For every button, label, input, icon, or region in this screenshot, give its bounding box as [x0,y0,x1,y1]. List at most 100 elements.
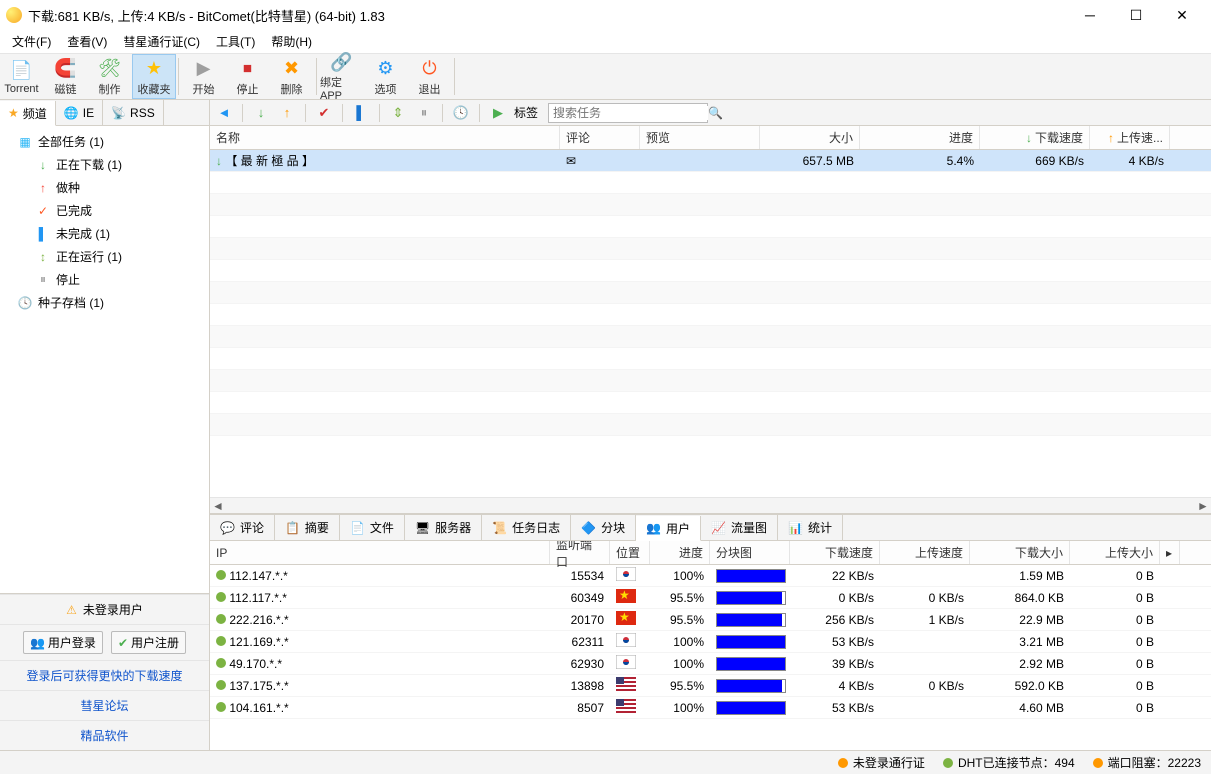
peer-column[interactable]: IP [210,541,550,564]
sidebar-tab-IE[interactable]: 🌐IE [56,100,103,125]
peer-column[interactable]: 上传速度 [880,541,970,564]
peer-column[interactable]: 进度 [650,541,710,564]
forum-link[interactable]: 彗星论坛 [80,697,128,714]
tree-node[interactable]: ↑做种 [0,176,209,199]
sidebar-tab-频道[interactable]: ★频道 [0,101,56,126]
toolbar-开始[interactable]: ▶开始 [182,54,226,99]
search-icon[interactable]: 🔍 [708,106,723,120]
tab-icon: 🖥 [415,521,430,535]
toolbar-退出[interactable]: ⏻退出 [408,54,452,99]
empty-row [210,260,1211,282]
IE-icon: 🌐 [64,106,79,120]
svg-text:★: ★ [619,611,630,624]
toolbar-制作[interactable]: 🛠制作 [88,54,132,99]
column-header[interactable]: 进度 [860,126,980,149]
tree-label: 种子存档 (1) [38,294,104,311]
dl-green-icon[interactable]: ↓ [251,103,271,123]
peer-row[interactable]: 121.169.*.*62311100%53 KB/s3.21 MB0 B [210,631,1211,653]
scroll-left-icon[interactable]: ◄ [210,498,226,514]
piece-bar [716,635,786,649]
detail-tab-摘要[interactable]: 📋摘要 [275,515,340,540]
task-tree: ▦全部任务 (1)↓正在下载 (1)↑做种✓已完成▌未完成 (1)↕正在运行 (… [0,126,209,593]
toolbar-label: 绑定APP [320,74,363,102]
column-header[interactable]: 评论 [560,126,640,149]
tree-node[interactable]: ⏸停止 [0,268,209,291]
退出-icon: ⏻ [418,56,442,80]
maximize-button[interactable]: ☐ [1113,0,1159,30]
detail-tab-服务器[interactable]: 🖥服务器 [405,515,482,540]
RSS-icon: 📡 [111,106,126,120]
tree-label: 正在下载 (1) [56,156,122,173]
flag-icon[interactable]: ▌ [351,103,371,123]
scroll-right-icon[interactable]: ► [1195,498,1211,514]
peer-column[interactable]: 下载大小 [970,541,1070,564]
peer-row[interactable]: 112.147.*.*15534100%22 KB/s1.59 MB0 B [210,565,1211,587]
tree-node[interactable]: ↕正在运行 (1) [0,245,209,268]
updown-icon[interactable]: ⇕ [388,103,408,123]
tag-green-icon[interactable]: ▶ [488,103,508,123]
detail-tab-统计[interactable]: 📊统计 [778,515,843,540]
menu-item[interactable]: 查看(V) [59,30,115,53]
column-header[interactable]: ↓下载速度 [980,126,1090,149]
minimize-button[interactable]: ─ [1067,0,1113,30]
peer-column[interactable]: 下载速度 [790,541,880,564]
ul-orange-icon[interactable]: ↑ [277,103,297,123]
toolbar-选项[interactable]: ⚙选项 [364,54,408,99]
detail-tab-用户[interactable]: 👥用户 [636,516,701,541]
menu-item[interactable]: 彗星通行证(C) [115,30,208,53]
toolbar-绑定APP[interactable]: 🔗绑定APP [320,54,364,99]
search-box[interactable]: 🔍 [548,103,708,123]
toolbar-label: 删除 [281,81,303,97]
toolbar-label: 收藏夹 [138,81,171,97]
check-icon[interactable]: ✔ [314,103,334,123]
more-columns-icon[interactable]: ▸ [1160,541,1180,564]
toolbar-删除[interactable]: ✖删除 [270,54,314,99]
task-row[interactable]: ↓ 【 最 新 極 品 】✉657.5 MB5.4%669 KB/s4 KB/s [210,150,1211,172]
menu-item[interactable]: 工具(T) [208,30,263,53]
horizontal-scrollbar[interactable]: ◄ ► [210,497,1211,513]
toolbar-Torrent[interactable]: 📄Torrent [0,54,44,99]
detail-tab-任务日志[interactable]: 📜任务日志 [482,515,571,540]
peer-row[interactable]: 137.175.*.*1389895.5%4 KB/s0 KB/s592.0 K… [210,675,1211,697]
peer-row[interactable]: 49.170.*.*62930100%39 KB/s2.92 MB0 B [210,653,1211,675]
sidebar-tab-RSS[interactable]: 📡RSS [103,100,164,125]
peer-row[interactable]: 104.161.*.*8507100%53 KB/s4.60 MB0 B [210,697,1211,719]
peer-column[interactable]: 监听端口 [550,541,610,564]
menu-item[interactable]: 帮助(H) [263,30,320,53]
制作-icon: 🛠 [98,56,122,80]
detail-tab-分块[interactable]: 🔷分块 [571,515,636,540]
toolbar-停止[interactable]: ⏹停止 [226,54,270,99]
user-icon: 👥 [30,636,45,650]
detail-tab-评论[interactable]: 💬评论 [210,515,275,540]
tree-node[interactable]: ✓已完成 [0,199,209,222]
menu-item[interactable]: 文件(F) [4,30,59,53]
clock-icon[interactable]: 🕓 [451,103,471,123]
peer-row[interactable]: 112.117.*.*60349★95.5%0 KB/s0 KB/s864.0 … [210,587,1211,609]
toolbar-收藏夹[interactable]: ★收藏夹 [132,54,176,99]
login-promo-link[interactable]: 登录后可获得更快的下载速度 [26,667,182,684]
register-button[interactable]: ✔用户注册 [111,631,186,654]
peer-column[interactable]: 位置 [610,541,650,564]
toolbar-磁链[interactable]: 🧲磁链 [44,54,88,99]
column-header[interactable]: 大小 [760,126,860,149]
column-header[interactable]: 预览 [640,126,760,149]
column-header[interactable]: ↑上传速... [1090,126,1170,149]
close-button[interactable]: ✕ [1159,0,1205,30]
peer-column[interactable]: 上传大小 [1070,541,1160,564]
pause-gray-icon[interactable]: ⏸ [414,103,434,123]
tree-node[interactable]: ↓正在下载 (1) [0,153,209,176]
search-input[interactable] [553,106,708,120]
detail-tab-流量图[interactable]: 📈流量图 [701,515,778,540]
peer-row[interactable]: 222.216.*.*20170★95.5%256 KB/s1 KB/s22.9… [210,609,1211,631]
peer-column[interactable]: 分块图 [710,541,790,564]
tree-node[interactable]: ▦全部任务 (1) [0,130,209,153]
back-button[interactable]: ◄ [214,103,234,123]
tree-node[interactable]: 🕓种子存档 (1) [0,291,209,314]
peer-status-icon [216,592,226,602]
tree-node[interactable]: ▌未完成 (1) [0,222,209,245]
status-port: 端口阻塞：22223 [1093,754,1201,771]
detail-tab-文件[interactable]: 📄文件 [340,515,405,540]
login-button[interactable]: 👥用户登录 [23,631,103,654]
software-link[interactable]: 精品软件 [80,727,128,744]
column-header[interactable]: 名称 [210,126,560,149]
